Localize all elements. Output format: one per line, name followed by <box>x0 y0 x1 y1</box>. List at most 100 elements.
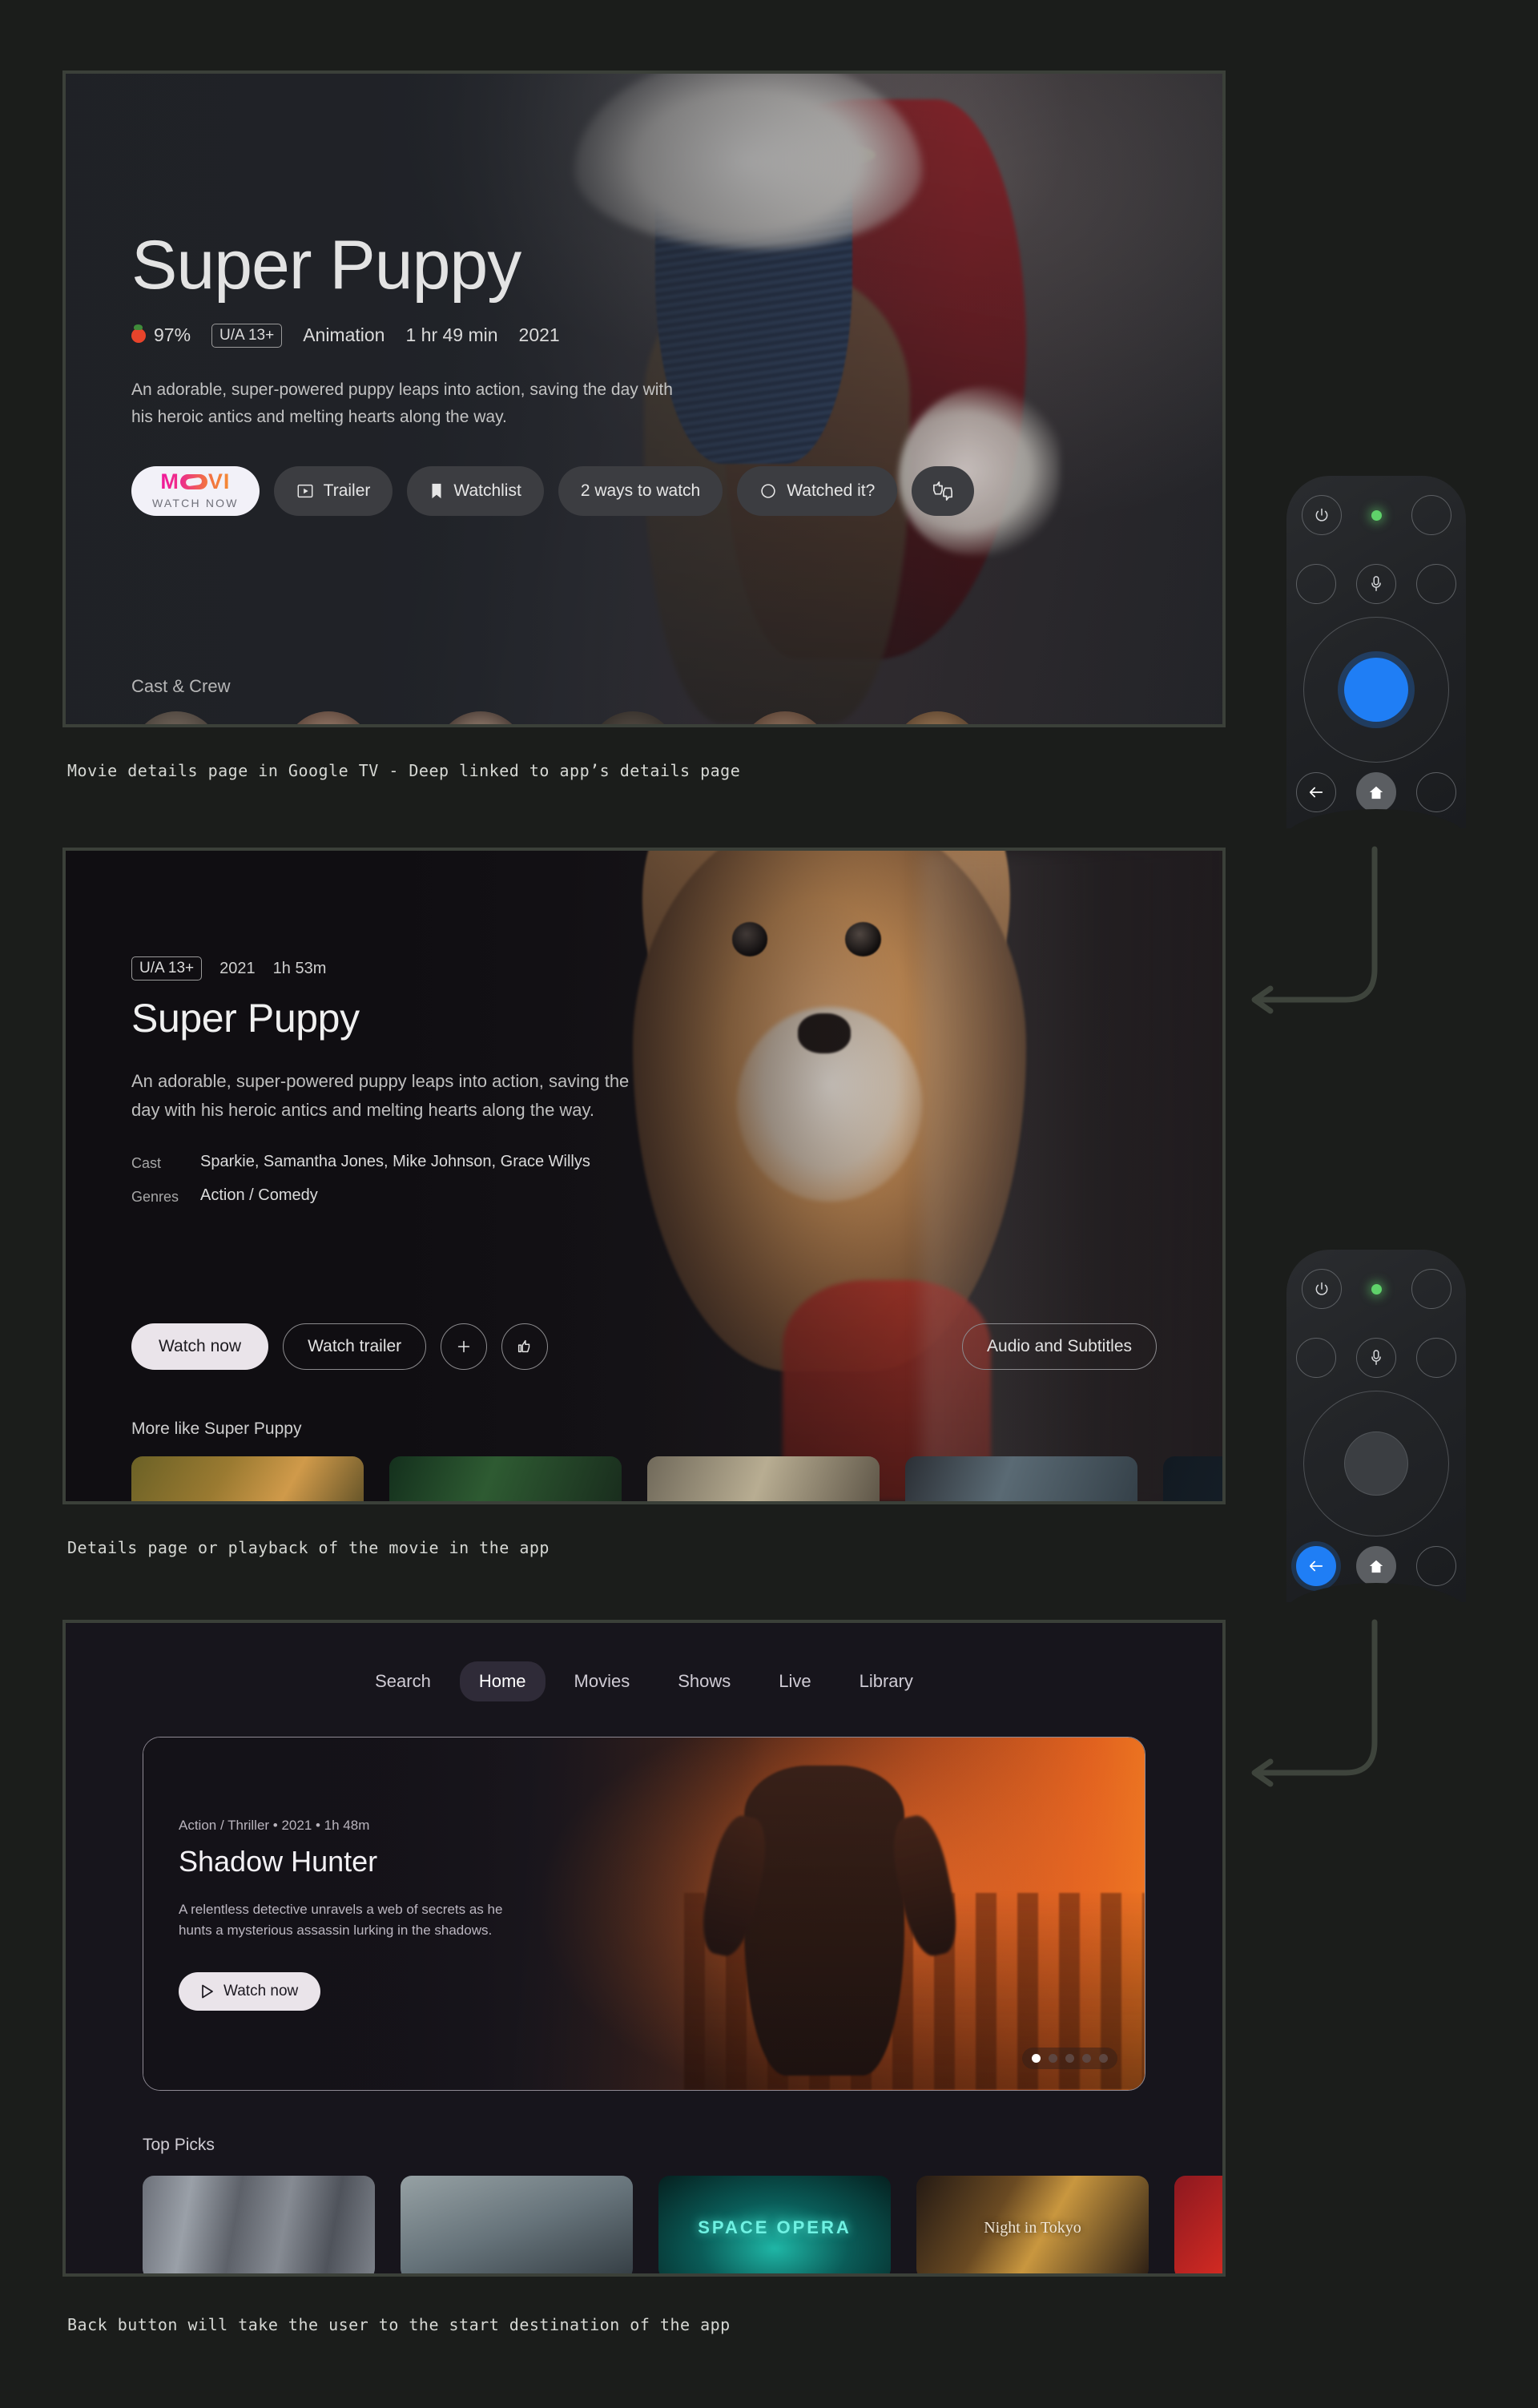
rate-review-button[interactable] <box>912 465 975 516</box>
power-icon <box>1315 508 1327 521</box>
carousel-dots[interactable] <box>1022 2048 1117 2069</box>
right-aux-button[interactable] <box>1415 564 1456 604</box>
assistant-button[interactable] <box>1355 564 1396 604</box>
ways-to-watch-button[interactable]: 2 ways to watch <box>558 465 723 516</box>
year-label: 2021 <box>518 324 560 346</box>
pick-card[interactable] <box>143 2176 375 2273</box>
like-button[interactable] <box>501 1323 549 1370</box>
carousel-dot[interactable] <box>1082 2054 1091 2063</box>
more-like-rail[interactable]: F <box>131 1456 1222 1501</box>
carousel-dot[interactable] <box>1099 2054 1108 2063</box>
app-action-row: Watch now Watch trailer Audio and Subtit… <box>131 1323 1157 1370</box>
duration-label: 1 hr 49 min <box>405 324 498 346</box>
trailer-label: Trailer <box>323 481 371 500</box>
carousel-dot[interactable] <box>1032 2054 1041 2063</box>
back-button[interactable] <box>1296 772 1337 812</box>
nav-item-movies[interactable]: Movies <box>555 1661 650 1701</box>
right-aux-button[interactable] <box>1415 1338 1456 1378</box>
home-button[interactable] <box>1355 772 1396 812</box>
audio-subtitles-button[interactable]: Audio and Subtitles <box>962 1323 1157 1370</box>
assistant-button[interactable] <box>1355 1338 1396 1378</box>
play-box-icon <box>297 484 313 497</box>
add-to-list-button[interactable] <box>441 1323 488 1370</box>
avatar[interactable] <box>131 711 221 724</box>
pick-card[interactable]: SPACE OPERA <box>658 2176 891 2273</box>
avatar[interactable] <box>740 711 830 724</box>
hero-carousel-card[interactable]: Action / Thriller • 2021 • 1h 48m Shadow… <box>143 1737 1145 2091</box>
movi-watch-now-label: WATCH NOW <box>152 496 239 509</box>
caption-panel-1: Movie details page in Google TV - Deep l… <box>67 761 741 780</box>
avatar[interactable] <box>588 711 678 724</box>
trailer-button[interactable]: Trailer <box>273 465 393 516</box>
pick-card[interactable] <box>401 2176 633 2273</box>
input-button[interactable] <box>1411 1269 1451 1309</box>
dpad-ring[interactable] <box>1303 1391 1449 1536</box>
avatar[interactable] <box>436 711 525 724</box>
rail-card[interactable] <box>647 1456 880 1501</box>
remote-top-row <box>1286 1269 1466 1309</box>
remote-bottom-row <box>1286 772 1466 812</box>
left-aux-button[interactable] <box>1296 1338 1337 1378</box>
nav-item-shows[interactable]: Shows <box>658 1661 750 1701</box>
top-picks-rail[interactable]: SPACE OPERA Night in Tokyo ON <box>143 2176 1222 2273</box>
status-led-icon <box>1371 1283 1382 1295</box>
movi-logo-icon: M VI <box>160 469 231 493</box>
circle-icon <box>761 484 775 498</box>
select-button[interactable] <box>1344 658 1408 722</box>
caption-panel-3: Back button will take the user to the st… <box>67 2315 731 2334</box>
hero-watch-now-button[interactable]: Watch now <box>179 1971 321 2011</box>
remote-top-row <box>1286 495 1466 535</box>
carousel-dot[interactable] <box>1065 2054 1074 2063</box>
carousel-dot[interactable] <box>1049 2054 1057 2063</box>
apps-button[interactable] <box>1415 772 1456 812</box>
page-title: Super Puppy <box>131 227 521 304</box>
cast-avatar-row <box>131 711 982 724</box>
fact-row-genres: Genres Action / Comedy <box>131 1186 644 1206</box>
watched-it-button[interactable]: Watched it? <box>737 465 898 516</box>
ways-to-watch-label: 2 ways to watch <box>580 481 701 500</box>
remote-second-row <box>1286 1338 1466 1378</box>
power-button[interactable] <box>1301 495 1342 535</box>
nav-item-live[interactable]: Live <box>759 1661 830 1701</box>
nav-item-library[interactable]: Library <box>840 1661 932 1701</box>
apps-button[interactable] <box>1415 1546 1456 1586</box>
home-button[interactable] <box>1355 1546 1396 1586</box>
google-tv-remote-1 <box>1286 476 1466 828</box>
cast-value: Sparkie, Samantha Jones, Mike Johnson, G… <box>200 1153 590 1171</box>
movi-watch-now-button[interactable]: M VI WATCH NOW <box>131 465 260 516</box>
back-button[interactable] <box>1296 1546 1337 1586</box>
watchlist-button[interactable]: Watchlist <box>407 465 544 516</box>
watch-now-button[interactable]: Watch now <box>131 1323 269 1370</box>
input-button[interactable] <box>1411 495 1451 535</box>
thumb-up-icon <box>518 1339 530 1353</box>
rail-card[interactable] <box>905 1456 1137 1501</box>
content-rating-badge: U/A 13+ <box>211 323 283 348</box>
avatar[interactable] <box>284 711 373 724</box>
genre-label: Animation <box>303 324 385 346</box>
home-icon <box>1369 786 1383 799</box>
avatar[interactable] <box>892 711 982 724</box>
pick-card[interactable]: Night in Tokyo <box>916 2176 1149 2273</box>
rail-card[interactable] <box>389 1456 622 1501</box>
app-metadata-row: U/A 13+ 2021 1h 53m <box>131 956 644 981</box>
cast-key-label: Cast <box>131 1155 162 1172</box>
nav-item-search[interactable]: Search <box>356 1661 450 1701</box>
left-aux-button[interactable] <box>1296 564 1337 604</box>
power-button[interactable] <box>1301 1269 1342 1309</box>
year-label: 2021 <box>219 959 256 977</box>
caption-panel-2: Details page or playback of the movie in… <box>67 1538 550 1557</box>
back-arrow-icon <box>1310 1560 1323 1572</box>
microphone-icon <box>1371 1350 1381 1365</box>
tomato-icon <box>131 324 146 343</box>
plus-icon <box>457 1340 470 1353</box>
flow-arrow-remote1-to-panel2 <box>1251 846 1378 1014</box>
select-button[interactable] <box>1344 1432 1408 1496</box>
dpad-ring[interactable] <box>1303 617 1449 763</box>
action-button-row: M VI WATCH NOW Trailer Watchlist 2 ways … <box>131 465 1190 516</box>
watch-trailer-button[interactable]: Watch trailer <box>283 1323 427 1370</box>
nav-item-home[interactable]: Home <box>459 1661 546 1701</box>
rail-card[interactable]: F <box>1163 1456 1222 1501</box>
duration-label: 1h 53m <box>272 959 327 977</box>
pick-card[interactable]: ON <box>1174 2176 1222 2273</box>
rail-card[interactable] <box>131 1456 364 1501</box>
